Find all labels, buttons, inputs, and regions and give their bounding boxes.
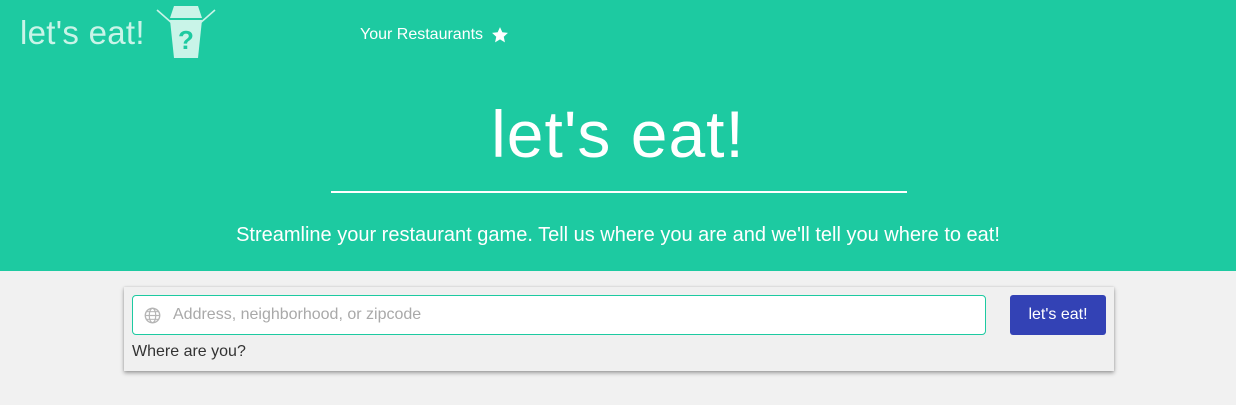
takeout-box-question-icon[interactable]: ? — [155, 4, 217, 62]
hero-tagline: Streamline your restaurant game. Tell us… — [236, 224, 1000, 246]
hero-title: let's eat! — [491, 97, 745, 171]
location-label: Where are you? — [132, 343, 246, 360]
star-icon — [492, 27, 508, 43]
hero-banner: let's eat! ? Your Restaurants let's eat!… — [0, 0, 1236, 271]
nav-your-restaurants[interactable]: Your Restaurants — [360, 26, 509, 44]
search-field[interactable] — [132, 295, 986, 335]
brand-link[interactable]: let's eat! — [20, 14, 145, 52]
nav-your-restaurants-label: Your Restaurants — [360, 26, 484, 43]
search-card: let's eat! Where are you? — [124, 287, 1114, 371]
search-input[interactable] — [173, 296, 973, 334]
hero-divider — [331, 191, 907, 193]
svg-text:?: ? — [178, 25, 194, 55]
globe-icon — [144, 307, 161, 324]
lets-eat-button[interactable]: let's eat! — [1010, 295, 1106, 335]
